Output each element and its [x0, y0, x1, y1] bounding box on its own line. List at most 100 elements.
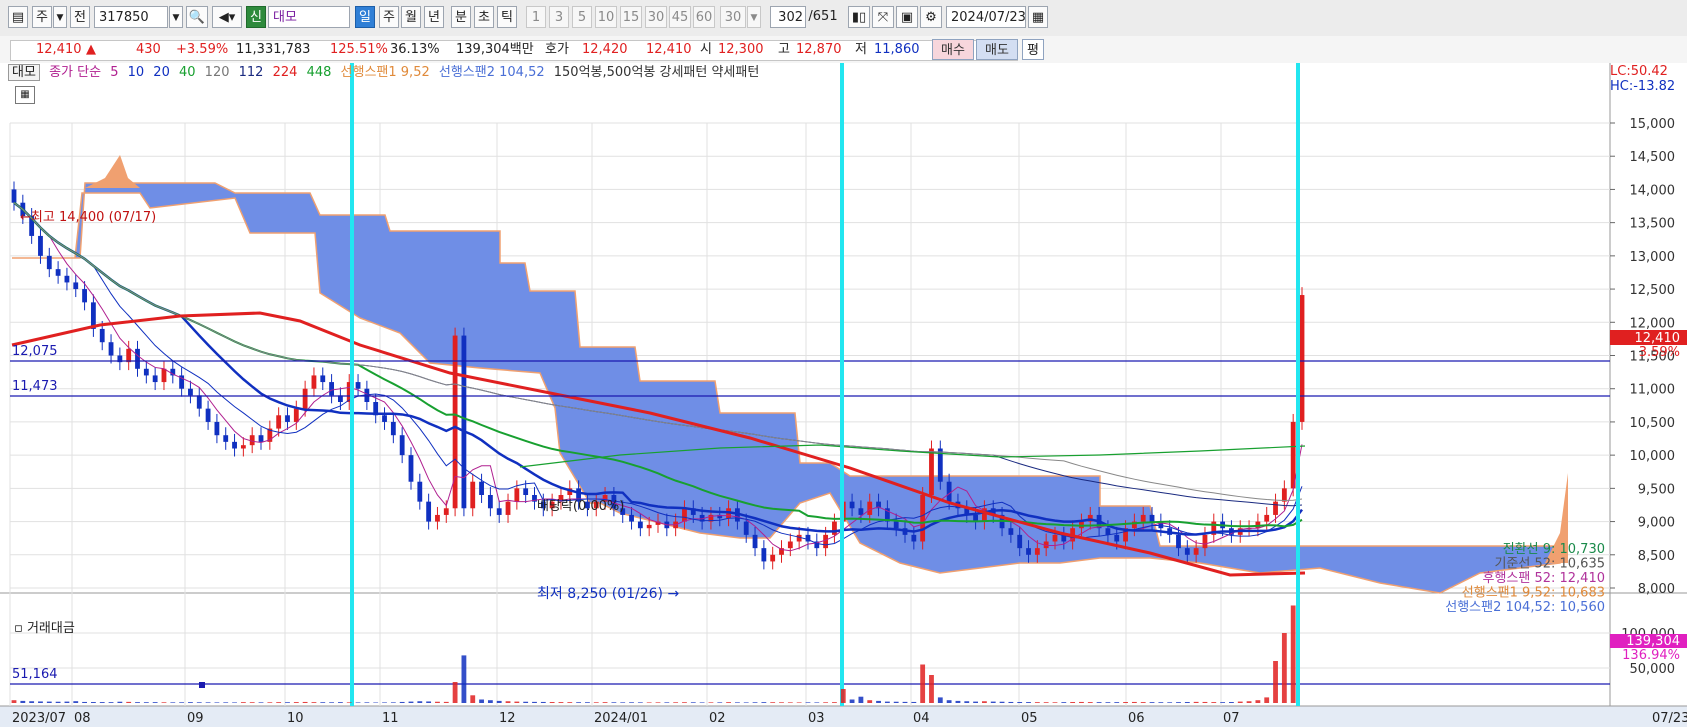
candle: [929, 448, 934, 495]
volume-bar: [752, 702, 758, 703]
volume-bar: [399, 701, 405, 703]
period-month-button[interactable]: 월: [401, 6, 421, 28]
period-second-button[interactable]: 초: [474, 6, 494, 28]
volume-bar: [214, 702, 220, 703]
volume-bar: [108, 702, 114, 703]
period-week-button[interactable]: 주: [379, 6, 399, 28]
interval-10-button[interactable]: 10: [595, 6, 617, 28]
volume-bar: [1052, 702, 1058, 703]
volume-ratio: 125.51%: [330, 42, 388, 57]
chart-layout-icon[interactable]: ▤: [8, 6, 28, 28]
volume-bar: [82, 701, 87, 703]
volume-bar: [999, 701, 1005, 703]
settings-icon[interactable]: ⚙: [920, 6, 942, 28]
candle: [408, 455, 414, 482]
legend-ma10: 10: [127, 65, 145, 80]
interval-dropdown-icon[interactable]: ▼: [747, 6, 761, 28]
save-icon[interactable]: ▣: [896, 6, 918, 28]
candle: [832, 521, 837, 535]
period-tick-button[interactable]: 틱: [497, 6, 517, 28]
interval-30-button[interactable]: 30: [645, 6, 667, 28]
interval-3-button[interactable]: 3: [549, 6, 569, 28]
volume-bar: [567, 702, 573, 703]
candle: [1176, 534, 1181, 549]
x-tick-label: 09: [187, 711, 204, 726]
volume-bar: [311, 702, 317, 703]
interval-input[interactable]: 30: [720, 6, 746, 28]
interval-15-button[interactable]: 15: [620, 6, 642, 28]
search-icon[interactable]: 🔍: [186, 6, 208, 28]
open-label: 시: [700, 42, 712, 57]
period-day-button[interactable]: 일: [355, 6, 375, 28]
market-select[interactable]: 전: [70, 6, 90, 28]
candle: [796, 534, 802, 542]
quote-bar: 12,410 ▲ 430 +3.59% 11,331,783 125.51% 3…: [0, 36, 1687, 64]
code-dropdown-icon[interactable]: ▼: [169, 6, 183, 28]
volume-bar: [1211, 702, 1217, 703]
low-label: 저: [855, 42, 867, 57]
high-price: 12,870: [796, 42, 842, 57]
candle: [1017, 534, 1023, 549]
candle: [426, 501, 432, 522]
volume-bar: [1043, 702, 1049, 703]
speaker-icon[interactable]: ◀▾: [212, 6, 242, 28]
volume-bar: [840, 689, 846, 703]
interval-45-button[interactable]: 45: [669, 6, 691, 28]
turnover: 36.13%: [390, 42, 440, 57]
candle: [1202, 534, 1208, 549]
volume-bar: [734, 702, 740, 703]
volume-bar: [576, 702, 582, 703]
volume-bar: [170, 702, 176, 703]
volume-bar: [470, 695, 476, 703]
volume-bar: [867, 700, 873, 703]
legend-ma20: 20: [153, 65, 170, 80]
interval-60-button[interactable]: 60: [693, 6, 715, 28]
calendar-icon[interactable]: ▦: [1028, 6, 1048, 28]
x-tick-label: 2024/01: [594, 711, 648, 726]
trend-tool-icon[interactable]: ⤧: [872, 6, 894, 28]
interval-1-button[interactable]: 1: [526, 6, 546, 28]
candle: [329, 382, 334, 396]
period-year-button[interactable]: 년: [424, 6, 444, 28]
stock-code-input[interactable]: 317850: [94, 6, 168, 28]
volume-bar: [276, 702, 282, 703]
avg-button[interactable]: 평: [1022, 39, 1044, 60]
candle: [487, 495, 493, 509]
legend-ma224: 224: [272, 65, 298, 80]
candle: [893, 521, 899, 529]
date-input[interactable]: 2024/07/23: [946, 6, 1026, 28]
event-marker: [350, 63, 354, 706]
zoom-icon[interactable]: ▮▯: [848, 6, 870, 28]
volume-bar: [29, 701, 35, 703]
volume-bar: [911, 701, 917, 703]
price-chart[interactable]: 8,000 8,500 9,000 9,500 10,000 10,500 11,000 11…: [0, 63, 1687, 727]
volume-bar: [893, 701, 899, 703]
x-tick-label: 2023/07: [12, 711, 66, 726]
volume-bar: [64, 701, 70, 703]
candle: [38, 235, 43, 256]
y-tick-label: 10,000: [1630, 449, 1676, 464]
candle: [629, 514, 634, 522]
volume-bar: [90, 702, 96, 703]
volume-bar: [505, 701, 511, 703]
vol-tag: 139,304: [1626, 634, 1680, 649]
high-annotation: ←최고 14,400 (07/17): [20, 210, 156, 225]
candle: [435, 514, 440, 522]
type-select[interactable]: 주: [32, 6, 52, 28]
candle: [1299, 295, 1305, 422]
volume-bar: [699, 702, 705, 703]
candle: [514, 488, 520, 502]
count-input[interactable]: 302: [770, 6, 806, 28]
grid-table-icon[interactable]: ▦: [15, 86, 35, 104]
candle: [1052, 534, 1058, 542]
sell-button[interactable]: 매도: [976, 39, 1018, 60]
volume-bar: [1079, 701, 1084, 703]
y-tick-label: 12,000: [1630, 316, 1676, 331]
buy-button[interactable]: 매수: [932, 39, 974, 60]
volume-bar: [637, 702, 643, 703]
type-dropdown-icon[interactable]: ▼: [53, 6, 67, 28]
interval-5-button[interactable]: 5: [572, 6, 592, 28]
y-tick-label: 12,500: [1630, 283, 1676, 298]
stock-name-field[interactable]: 대모: [268, 6, 350, 28]
period-minute-button[interactable]: 분: [451, 6, 471, 28]
